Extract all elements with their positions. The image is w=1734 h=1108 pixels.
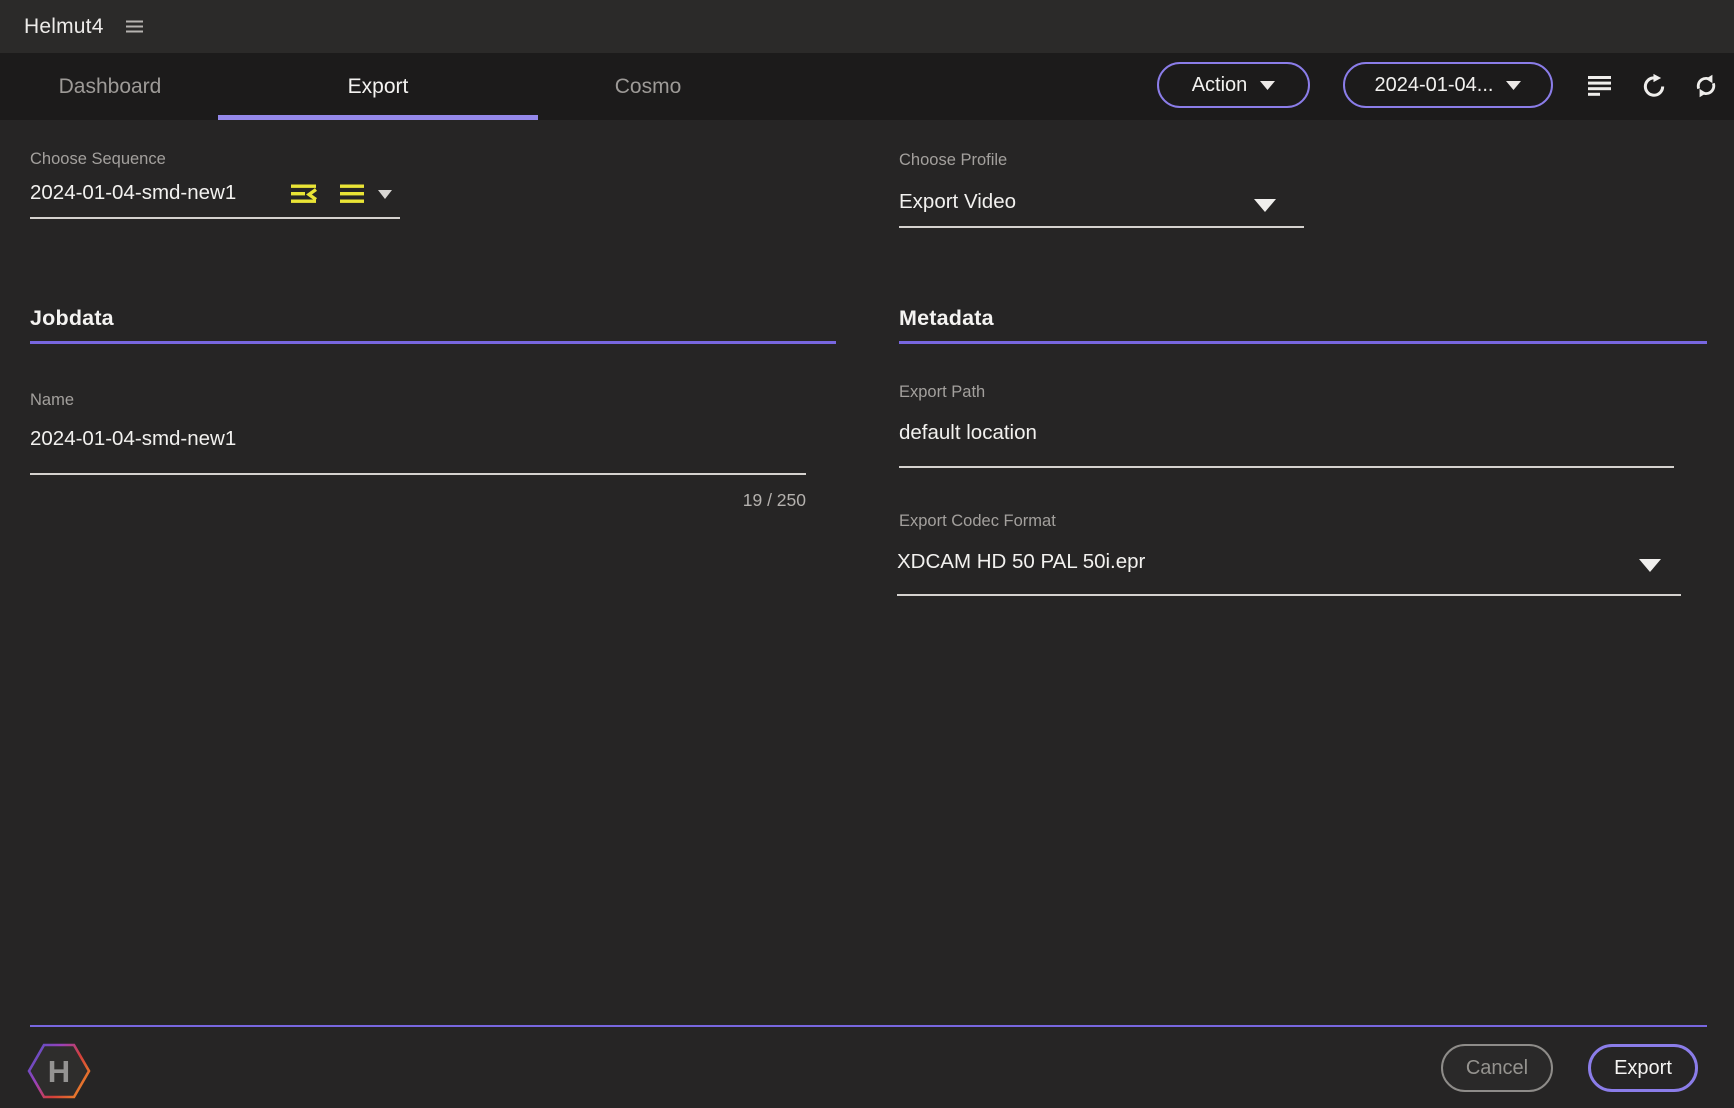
jobdata-heading: Jobdata [30, 306, 114, 331]
chevron-down-icon [1506, 81, 1521, 90]
topbar: Helmut4 [0, 0, 1734, 53]
export-codec-value: XDCAM HD 50 PAL 50i.epr [897, 550, 1145, 573]
name-label: Name [30, 391, 74, 410]
log-list-button[interactable] [1583, 67, 1617, 105]
hamburger-icon [126, 20, 143, 33]
export-path-label: Export Path [899, 383, 985, 402]
refresh-icon [1641, 73, 1667, 99]
export-path-input[interactable] [899, 421, 1639, 445]
menu-icon [340, 184, 364, 204]
export-path-underline [899, 466, 1674, 468]
jobdata-rule [30, 341, 836, 344]
logo-letter: H [48, 1054, 70, 1089]
sequence-list-button[interactable] [336, 180, 368, 208]
metadata-rule [899, 341, 1707, 344]
action-dropdown-button[interactable]: Action [1157, 62, 1310, 108]
footer-divider [30, 1025, 1707, 1027]
hamburger-menu-button[interactable] [126, 20, 143, 33]
sequence-caret-button[interactable] [374, 182, 396, 206]
menu-open-icon [291, 184, 317, 204]
name-underline [30, 473, 806, 475]
name-char-counter: 19 / 250 [606, 490, 806, 511]
chevron-down-icon [1254, 199, 1276, 212]
choose-sequence-value: 2024-01-04-smd-new1 [30, 181, 236, 204]
chevron-down-icon [378, 190, 392, 199]
helmut-logo: H [27, 1042, 91, 1105]
tab-export[interactable]: Export [218, 53, 538, 120]
choose-sequence-underline [30, 217, 400, 219]
choose-profile-label: Choose Profile [899, 151, 1007, 170]
list-icon [1588, 75, 1612, 97]
choose-profile-underline [899, 226, 1304, 228]
cancel-button[interactable]: Cancel [1441, 1044, 1553, 1092]
navbar: Dashboard Export Cosmo Action 2024-01-04… [0, 53, 1734, 120]
choose-sequence-label: Choose Sequence [30, 150, 166, 169]
app-title: Helmut4 [24, 15, 104, 39]
tab-cosmo[interactable]: Cosmo [568, 53, 728, 120]
sequence-collapse-button[interactable] [288, 180, 320, 208]
export-codec-select[interactable]: XDCAM HD 50 PAL 50i.epr [897, 550, 1681, 574]
sync-icon [1693, 73, 1719, 99]
choose-profile-select[interactable]: Export Video [899, 190, 1304, 214]
chevron-down-icon [1639, 559, 1661, 572]
export-button[interactable]: Export [1588, 1044, 1698, 1092]
export-codec-label: Export Codec Format [899, 512, 1056, 531]
refresh-button[interactable] [1637, 67, 1671, 105]
chevron-down-icon [1260, 81, 1275, 90]
sync-button[interactable] [1689, 67, 1723, 105]
choose-profile-value: Export Video [899, 190, 1016, 213]
app-window: Helmut4 Dashboard Export Cosmo Action 2 [0, 0, 1734, 1108]
metadata-heading: Metadata [899, 306, 994, 331]
project-dropdown-button[interactable]: 2024-01-04... [1343, 62, 1553, 108]
tab-dashboard[interactable]: Dashboard [30, 53, 190, 120]
choose-sequence-select[interactable]: 2024-01-04-smd-new1 [30, 181, 236, 205]
export-codec-underline [897, 594, 1681, 596]
name-input[interactable] [30, 427, 800, 451]
